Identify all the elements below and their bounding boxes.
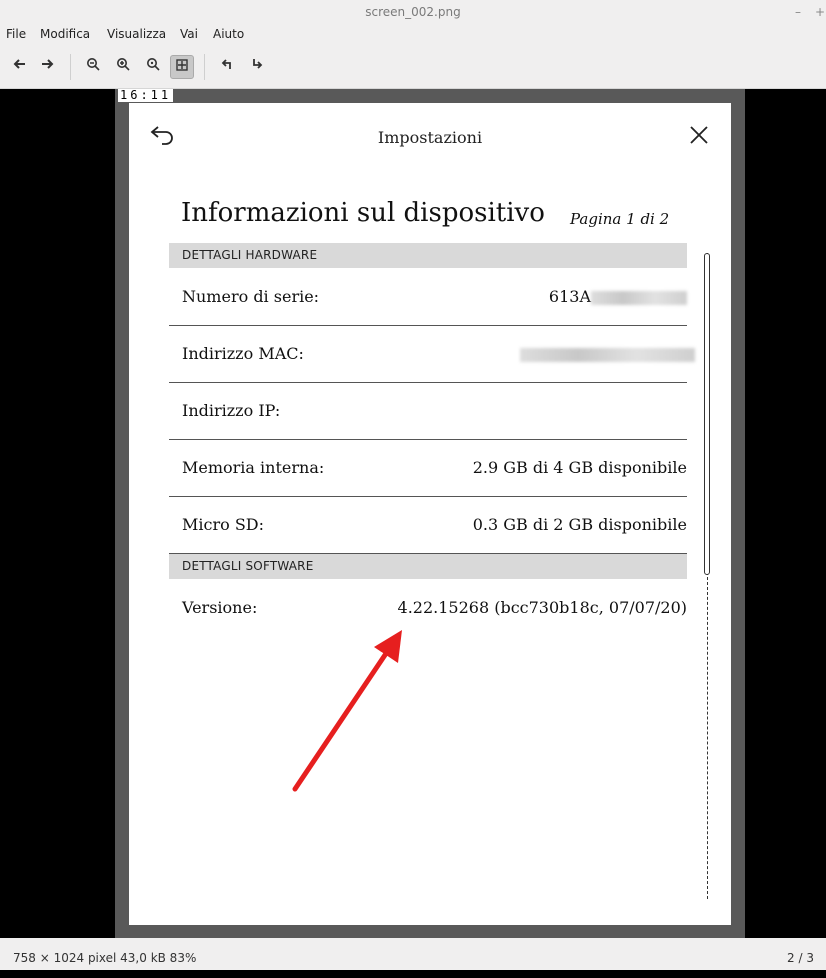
rotate-left-icon[interactable]	[215, 55, 239, 79]
menu-visualizza[interactable]: Visualizza	[107, 27, 166, 41]
menu-vai[interactable]: Vai	[180, 27, 198, 41]
title-bar: screen_002.png – +	[0, 0, 826, 24]
toolbar-separator	[70, 54, 71, 80]
minimize-icon[interactable]: –	[795, 0, 801, 24]
zoom-in-icon[interactable]	[111, 55, 135, 79]
toolbar	[0, 46, 826, 89]
menu-bar: File Modifica Visualizza Vai Aiuto	[0, 24, 826, 46]
maximize-icon[interactable]: +	[815, 0, 825, 24]
zoom-out-icon[interactable]	[81, 55, 105, 79]
menu-modifica[interactable]: Modifica	[40, 27, 90, 41]
toolbar-separator	[204, 54, 205, 80]
image-info: 758 × 1024 pixel 43,0 kB 83%	[13, 951, 197, 965]
status-bar: 758 × 1024 pixel 43,0 kB 83% 2 / 3	[0, 938, 826, 970]
zoom-fit-icon[interactable]	[141, 55, 165, 79]
image-counter: 2 / 3	[787, 951, 814, 965]
rotate-right-icon[interactable]	[245, 55, 269, 79]
annotation-arrow-icon	[292, 630, 402, 792]
back-arrow-icon[interactable]	[7, 55, 31, 79]
image-viewer[interactable]: 16:11 Impostazioni Informazioni sul disp…	[0, 89, 826, 938]
menu-file[interactable]: File	[6, 27, 26, 41]
forward-arrow-icon[interactable]	[36, 55, 60, 79]
menu-aiuto[interactable]: Aiuto	[213, 27, 244, 41]
screenshot-canvas: 16:11 Impostazioni Informazioni sul disp…	[115, 89, 745, 938]
best-fit-icon[interactable]	[170, 55, 194, 79]
window-title: screen_002.png	[365, 5, 461, 19]
